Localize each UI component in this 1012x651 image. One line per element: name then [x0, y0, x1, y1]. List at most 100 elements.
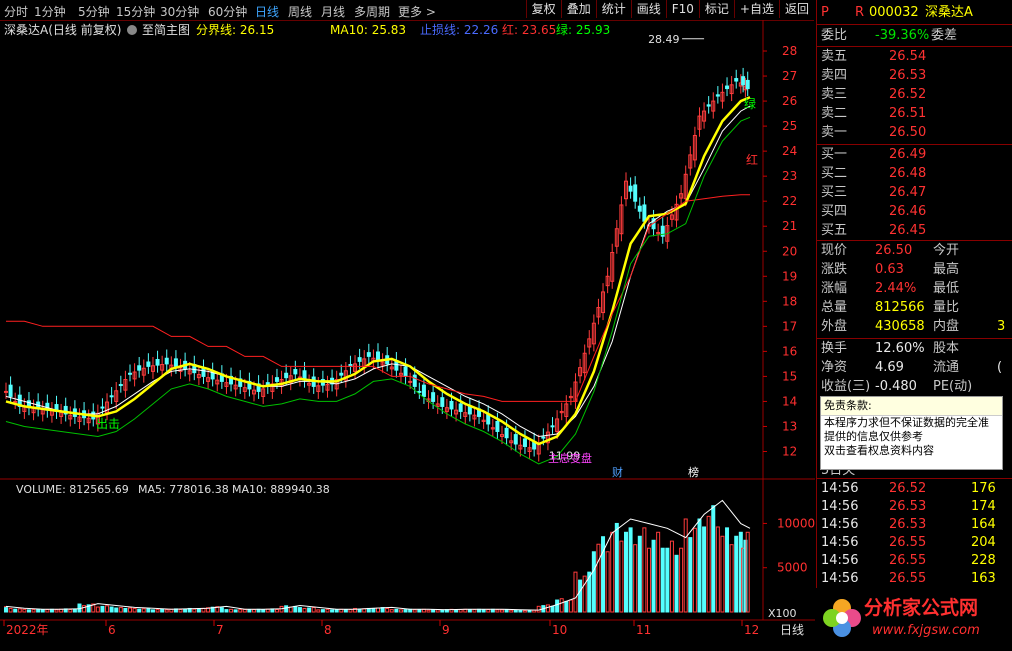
stat-label-2: 量比 [933, 300, 960, 315]
volume-bar [54, 609, 59, 613]
volume-bar [17, 608, 22, 613]
buy-price: 26.46 [889, 204, 927, 219]
period-label[interactable]: 日线 [780, 623, 804, 637]
volume-bar [417, 609, 422, 613]
volume-bar [82, 605, 87, 613]
toolbar-button[interactable]: 标记 [698, 0, 734, 18]
volume-bar [720, 535, 725, 613]
period-tab[interactable]: 分时 [4, 3, 28, 20]
toolbar-button[interactable]: 统计 [595, 0, 631, 18]
y-tick-label: 24 [782, 144, 797, 158]
volume-bar [201, 607, 206, 613]
volume-bar [467, 609, 472, 613]
volume-bar [183, 608, 188, 613]
header-indicator: 至简主图 [142, 23, 190, 37]
volume-bar [146, 607, 151, 613]
volume-bar [628, 527, 633, 613]
period-tab[interactable]: 日线 [255, 3, 279, 20]
volume-bar [624, 531, 628, 613]
volume-bar [252, 609, 256, 613]
buy-price: 26.47 [889, 185, 927, 200]
volume-bar [118, 607, 123, 613]
candle-body [449, 400, 454, 410]
candle-body [745, 79, 750, 90]
candle-body [366, 352, 371, 357]
period-tab[interactable]: 30分钟 [160, 3, 199, 20]
volume-bar [196, 608, 201, 613]
toolbar-button[interactable]: 叠加 [560, 0, 596, 18]
sell-price: 26.50 [889, 125, 927, 140]
candle-body [725, 85, 730, 90]
toolbar-button[interactable]: 画线 [630, 0, 666, 18]
kline-chart[interactable]: 深桑达A(日线 前复权) 至简主图 分界线: 26.15 MA10: 25.83 止损线… [0, 20, 815, 640]
stat-label-2: 股本 [933, 341, 960, 356]
stat-value-2: 3 [997, 319, 1006, 334]
volume-ma10: MA10: 889940.38 [232, 483, 330, 496]
volume-bar [440, 609, 445, 613]
period-tab[interactable]: 周线 [288, 3, 312, 20]
volume-bar [605, 551, 610, 613]
volume-bar [692, 527, 697, 613]
volume-bars [4, 505, 750, 613]
volume-bar [155, 609, 160, 613]
volume-bar [320, 609, 325, 613]
candle-body [541, 436, 546, 439]
candle-body [734, 78, 739, 82]
period-tab[interactable]: 月线 [321, 3, 345, 20]
header-stock: 深桑达A(日线 前复权) [4, 22, 121, 37]
period-tab[interactable]: 更多 > [398, 3, 436, 20]
period-tab[interactable]: 5分钟 [78, 3, 110, 20]
separator [817, 144, 1012, 145]
volume-bar [398, 609, 403, 613]
candle-body [633, 184, 638, 202]
toolbar-right-buttons: 复权 叠加 统计 画线 F10 标记 +自选 返回 [525, 0, 814, 20]
settings-icon[interactable] [127, 25, 137, 35]
period-tab[interactable]: 60分钟 [208, 3, 247, 20]
buy-label: 买三 [821, 185, 848, 200]
volume-bar [22, 608, 27, 613]
period-tab[interactable]: 15分钟 [116, 3, 155, 20]
volume-bar [371, 607, 376, 613]
sell-label: 卖四 [821, 68, 848, 83]
candle-body [495, 420, 500, 432]
logo-url-text: www.fxjgsw.com [872, 623, 980, 638]
y-tick-label: 27 [782, 69, 797, 83]
tick-price: 26.52 [889, 481, 927, 496]
volume-bar [178, 609, 183, 613]
volume-bar [150, 609, 155, 613]
header-ma10: MA10: 25.83 [330, 23, 406, 37]
volume-bar [330, 609, 335, 613]
toolbar-button[interactable]: F10 [665, 0, 699, 18]
volume-bar [274, 609, 279, 613]
volume-bar [536, 605, 541, 613]
toolbar-button[interactable]: 返回 [778, 0, 814, 18]
y-tick-label: 21 [782, 219, 797, 233]
candles [4, 67, 750, 462]
sell-label: 卖二 [821, 106, 848, 121]
separator [817, 240, 1012, 241]
volume-bar [339, 608, 344, 613]
weibi-value: -39.36% [875, 28, 930, 43]
volume-volume: VOLUME: 812565.69 [16, 483, 129, 496]
volume-bar [619, 540, 624, 613]
volume-bar [734, 535, 739, 613]
candle-body [403, 366, 408, 377]
stat-value: -0.480 [875, 379, 917, 394]
label-hong: 红 [746, 152, 758, 167]
volume-bar [550, 605, 555, 613]
candle-body [376, 351, 380, 361]
candle-body [274, 377, 279, 382]
toolbar-button[interactable]: 复权 [525, 0, 561, 18]
stat-value: 26.50 [875, 243, 913, 258]
toolbar-button[interactable]: +自选 [733, 0, 779, 18]
period-tab[interactable]: 1分钟 [34, 3, 66, 20]
volume-bar [633, 544, 638, 613]
volume-bar [706, 515, 711, 613]
buy-price: 26.45 [889, 223, 927, 238]
stat-label: 涨跌 [821, 262, 848, 277]
period-tab[interactable]: 多周期 [354, 3, 390, 20]
buy-label: 买二 [821, 166, 848, 181]
tick-time: 14:56 [821, 517, 859, 532]
volume-bar [219, 607, 224, 613]
candle-body [412, 374, 417, 387]
